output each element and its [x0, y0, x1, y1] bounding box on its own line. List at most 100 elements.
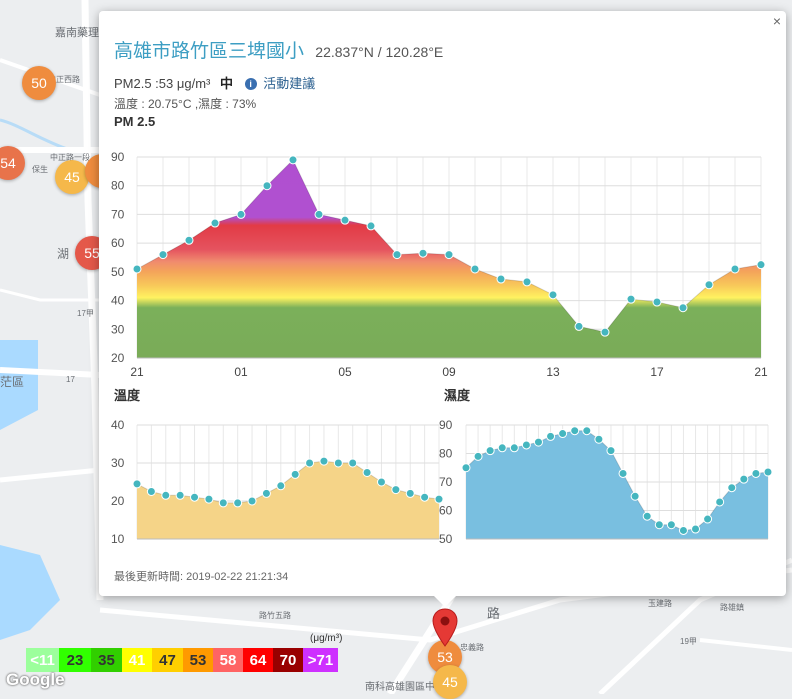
data-point[interactable] [175, 490, 185, 500]
data-point[interactable] [691, 524, 701, 534]
data-point[interactable] [418, 248, 428, 258]
data-point[interactable] [366, 221, 376, 231]
data-point[interactable] [391, 485, 401, 495]
aqi-marker[interactable]: 45 [55, 160, 89, 194]
data-point[interactable] [618, 468, 628, 478]
data-point[interactable] [204, 494, 214, 504]
map-label: 17 [66, 375, 75, 384]
data-point[interactable] [132, 479, 142, 489]
data-point[interactable] [473, 451, 483, 461]
data-point[interactable] [666, 520, 676, 530]
close-icon[interactable]: × [770, 13, 784, 29]
data-point[interactable] [348, 458, 358, 468]
aqi-marker[interactable]: 50 [22, 66, 56, 100]
data-point[interactable] [582, 426, 592, 436]
location-pin-icon[interactable] [431, 608, 459, 648]
data-point[interactable] [236, 209, 246, 219]
data-point[interactable] [210, 218, 220, 228]
data-point[interactable] [704, 280, 714, 290]
data-point[interactable] [594, 434, 604, 444]
data-point[interactable] [362, 468, 372, 477]
data-point[interactable] [497, 443, 507, 453]
data-point[interactable] [461, 463, 471, 473]
data-point[interactable] [276, 481, 286, 491]
data-point[interactable] [546, 431, 556, 441]
data-point[interactable] [715, 497, 725, 507]
data-point[interactable] [570, 426, 580, 436]
data-point[interactable] [288, 155, 298, 165]
google-logo: Google [6, 670, 65, 689]
data-point[interactable] [522, 277, 532, 287]
data-point[interactable] [678, 525, 688, 535]
data-point[interactable] [496, 274, 506, 284]
data-point[interactable] [420, 492, 430, 502]
data-point[interactable] [751, 468, 761, 478]
data-point[interactable] [574, 321, 584, 331]
humidity-chart: 50 60 70 80 90 [439, 418, 773, 546]
data-point[interactable] [262, 181, 272, 191]
y-tick-label: 30 [111, 322, 125, 336]
data-point[interactable] [184, 235, 194, 245]
data-point[interactable] [158, 250, 168, 260]
data-point[interactable] [730, 264, 740, 274]
popup-pointer [434, 596, 456, 607]
data-point[interactable] [190, 492, 200, 502]
pm-level: 中 [219, 76, 233, 91]
data-point[interactable] [132, 264, 142, 274]
data-point[interactable] [600, 327, 610, 337]
data-point[interactable] [606, 446, 616, 456]
x-tick-label: 13 [546, 365, 560, 379]
x-tick-label: 21 [130, 365, 144, 379]
map-label: 路 [487, 606, 500, 621]
data-point[interactable] [548, 290, 558, 300]
map-label: 玉建路 [648, 598, 672, 608]
legend-item: 23 [59, 648, 91, 672]
data-point[interactable] [218, 498, 228, 508]
data-point[interactable] [652, 297, 662, 307]
info-icon[interactable]: i [244, 78, 257, 90]
data-point[interactable] [340, 215, 350, 225]
legend-unit: (μg/m³) [310, 633, 343, 644]
data-point[interactable] [654, 520, 664, 530]
data-point[interactable] [509, 443, 519, 453]
data-point[interactable] [376, 477, 386, 487]
data-point[interactable] [727, 483, 737, 493]
data-point[interactable] [763, 467, 773, 477]
data-point[interactable] [533, 437, 543, 447]
data-point[interactable] [333, 458, 343, 468]
data-point[interactable] [485, 446, 495, 456]
data-point[interactable] [314, 209, 324, 219]
data-point[interactable] [261, 488, 271, 498]
data-point[interactable] [305, 458, 315, 468]
data-point[interactable] [161, 490, 171, 500]
data-point[interactable] [392, 250, 402, 260]
data-point[interactable] [642, 511, 652, 521]
data-point[interactable] [739, 474, 749, 484]
data-point[interactable] [703, 514, 713, 524]
data-point[interactable] [444, 250, 454, 260]
data-point[interactable] [233, 498, 243, 508]
y-tick-label: 50 [439, 532, 453, 546]
activity-advice-link[interactable]: 活動建議 [263, 76, 315, 91]
weather-summary: 溫度 : 20.75°C ,濕度 : 73% [114, 97, 257, 111]
data-point[interactable] [521, 440, 531, 450]
data-point[interactable] [290, 469, 300, 479]
y-tick-label: 70 [439, 475, 453, 489]
data-point[interactable] [756, 260, 766, 270]
data-point[interactable] [470, 264, 480, 274]
data-point[interactable] [558, 429, 568, 439]
legend-item: 70 [273, 648, 303, 672]
pm25-chart-label: PM 2.5 [114, 114, 156, 129]
data-point[interactable] [319, 456, 329, 466]
legend-item: <11 [26, 648, 59, 672]
data-point[interactable] [405, 488, 415, 498]
map-label: 保生 [32, 164, 48, 174]
data-point[interactable] [630, 491, 640, 501]
data-point[interactable] [626, 294, 636, 304]
y-tick-label: 10 [111, 532, 125, 546]
data-point[interactable] [678, 303, 688, 313]
y-tick-label: 90 [439, 418, 453, 432]
data-point[interactable] [247, 496, 257, 506]
legend-item: 35 [91, 648, 122, 672]
data-point[interactable] [146, 487, 156, 496]
